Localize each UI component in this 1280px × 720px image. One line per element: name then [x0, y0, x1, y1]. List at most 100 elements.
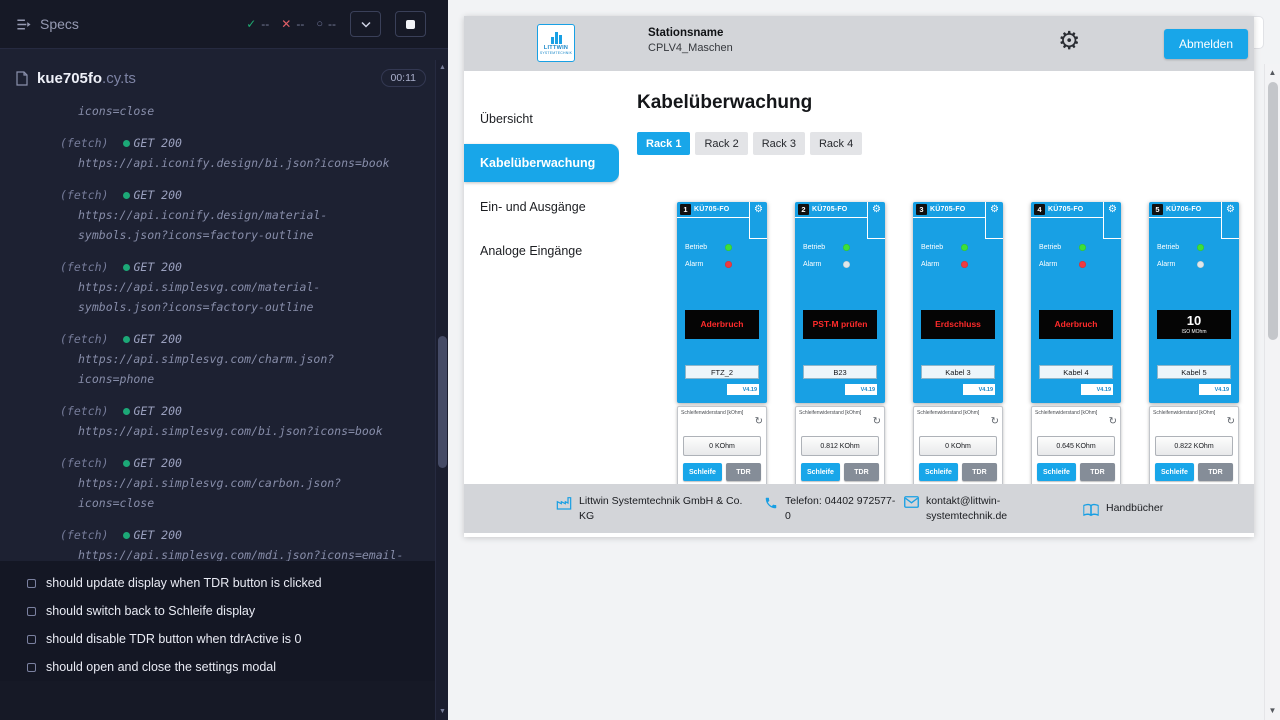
refresh-icon[interactable]: ↻ — [873, 417, 881, 427]
footer-email[interactable]: kontakt@littwin-systemtechnik.de — [904, 494, 1083, 522]
app-sidebar: Übersicht Kabelüberwachung Ein- und Ausg… — [464, 71, 619, 484]
tdr-button[interactable]: TDR — [844, 463, 879, 481]
scroll-down-icon[interactable]: ▼ — [1265, 704, 1280, 718]
betrieb-label: Betrieb — [685, 244, 713, 251]
failed-count: -- — [296, 17, 304, 31]
chevron-down-icon — [361, 21, 371, 28]
firmware-version: V4.19 — [963, 384, 995, 395]
iso-unit: ISO MOhm — [1181, 329, 1206, 335]
device-module: ⚙ 5 KÜ706-FO Betrieb Alarm 10 ISO MOhm — [1149, 202, 1239, 403]
test-state-icon — [27, 607, 36, 616]
scrollbar-thumb[interactable] — [1268, 82, 1278, 340]
betrieb-led-icon — [843, 244, 850, 251]
log-prefix: (fetch) — [60, 185, 108, 205]
test-item[interactable]: should switch back to Schleife display — [0, 597, 448, 625]
phone-icon — [764, 496, 778, 510]
tdr-button[interactable]: TDR — [962, 463, 997, 481]
sidebar-item-uebersicht[interactable]: Übersicht — [464, 97, 619, 141]
schleife-button[interactable]: Schleife — [1155, 463, 1194, 481]
gear-icon[interactable]: ⚙ — [990, 202, 999, 238]
failed-x-icon: ✕ — [281, 17, 291, 31]
schleife-button[interactable]: Schleife — [683, 463, 722, 481]
phone-number: Telefon: 04402 972577-0 — [785, 494, 897, 522]
alarm-led-icon — [1197, 261, 1204, 268]
footer-phone[interactable]: Telefon: 04402 972577-0 — [764, 494, 904, 522]
runner-controls: ✓ -- ✕ -- ○ -- — [246, 11, 426, 37]
tdr-button[interactable]: TDR — [726, 463, 761, 481]
network-log-entry[interactable]: (fetch)GET 200 https://api.iconify.desig… — [60, 185, 408, 245]
page-scrollbar[interactable]: ▲ ▼ — [1264, 64, 1280, 720]
specs-icon — [16, 17, 31, 32]
test-item[interactable]: should disable TDR button when tdrActive… — [0, 625, 448, 653]
sidebar-item-ein-und-ausgaenge[interactable]: Ein- und Ausgänge — [464, 185, 619, 229]
firmware-version: V4.19 — [727, 384, 759, 395]
specs-label: Specs — [40, 16, 79, 32]
measurement-label: Schleifenwiderstand [kOhm] — [1035, 410, 1097, 416]
network-log-entry[interactable]: (fetch)GET 200 https://api.simplesvg.com… — [60, 257, 408, 317]
refresh-icon[interactable]: ↻ — [1109, 417, 1117, 427]
schleife-button[interactable]: Schleife — [801, 463, 840, 481]
measurement-panel: Schleifenwiderstand [kOhm] ↻ 0.812 KOhm … — [795, 406, 885, 490]
tdr-button[interactable]: TDR — [1080, 463, 1115, 481]
gear-icon[interactable]: ⚙ — [1108, 202, 1117, 238]
stop-run-button[interactable] — [395, 11, 426, 37]
cable-name-field: B23 — [803, 365, 877, 379]
specs-menu-button[interactable]: Specs — [16, 16, 79, 32]
network-log-entry[interactable]: (fetch)GET 200 https://api.simplesvg.com… — [60, 453, 408, 513]
status-text: Erdschluss — [935, 320, 981, 329]
stop-icon — [406, 20, 415, 29]
pending-count: -- — [328, 17, 336, 31]
network-log-entry[interactable]: (fetch)GET 200 https://api.simplesvg.com… — [60, 329, 408, 389]
footer-manuals[interactable]: Handbücher — [1083, 501, 1163, 517]
passed-check-icon: ✓ — [246, 17, 256, 31]
log-status: GET 200 — [133, 185, 181, 205]
test-item[interactable]: should open and close the settings modal — [0, 653, 448, 681]
tdr-button[interactable]: TDR — [1198, 463, 1233, 481]
log-url-overflow[interactable]: icons=close — [60, 101, 408, 121]
schleife-button[interactable]: Schleife — [1037, 463, 1076, 481]
scrollbar-thumb[interactable] — [438, 336, 447, 468]
network-log-entry[interactable]: (fetch)GET 200 https://api.iconify.desig… — [60, 133, 408, 173]
spec-row[interactable]: kue705fo .cy.ts 00:11 — [0, 49, 448, 95]
status-display: 10 ISO MOhm — [1157, 310, 1231, 339]
measurement-value: 0.645 KOhm — [1037, 436, 1115, 456]
tab-rack-3[interactable]: Rack 3 — [753, 132, 805, 155]
tab-rack-1[interactable]: Rack 1 — [637, 132, 690, 155]
refresh-icon[interactable]: ↻ — [755, 417, 763, 427]
alarm-led-icon — [961, 261, 968, 268]
device-module: ⚙ 4 KÜ705-FO Betrieb Alarm Aderbruch Kab… — [1031, 202, 1121, 403]
status-dot-icon — [123, 532, 130, 539]
alarm-led-icon — [725, 261, 732, 268]
betrieb-row: Betrieb — [1039, 244, 1086, 251]
schleife-button[interactable]: Schleife — [919, 463, 958, 481]
test-item[interactable]: should update display when TDR button is… — [0, 569, 448, 597]
refresh-icon[interactable]: ↻ — [991, 417, 999, 427]
tab-rack-4[interactable]: Rack 4 — [810, 132, 862, 155]
network-log-entry[interactable]: (fetch)GET 200 https://api.simplesvg.com… — [60, 401, 408, 441]
gear-icon[interactable]: ⚙ — [754, 202, 763, 238]
device-card: ⚙ 5 KÜ706-FO Betrieb Alarm 10 ISO MOhm — [1149, 202, 1239, 490]
cable-name-field: Kabel 3 — [921, 365, 995, 379]
runner-scrollbar[interactable]: ▲ ▼ — [435, 60, 448, 720]
gear-icon[interactable]: ⚙ — [1226, 202, 1235, 238]
measurement-value: 0 KOhm — [683, 436, 761, 456]
screen: Specs ✓ -- ✕ -- ○ -- — [0, 0, 1280, 720]
scroll-up-icon[interactable]: ▲ — [1265, 66, 1280, 80]
sidebar-item-kabelueberwachung[interactable]: Kabelüberwachung — [464, 144, 619, 182]
log-status: GET 200 — [133, 453, 181, 473]
gear-icon[interactable]: ⚙ — [872, 202, 881, 238]
card-gear-area: ⚙ — [985, 202, 1003, 239]
firmware-version: V4.19 — [1199, 384, 1231, 395]
refresh-icon[interactable]: ↻ — [1227, 417, 1235, 427]
device-model: KÜ705-FO — [812, 206, 847, 213]
stat-pending: ○ -- — [316, 17, 336, 31]
status-text: Aderbruch — [701, 320, 744, 329]
slot-number: 5 — [1152, 204, 1163, 215]
collapse-dropdown-button[interactable] — [350, 11, 381, 37]
network-log-entry[interactable]: (fetch)GET 200 https://api.simplesvg.com… — [60, 525, 408, 561]
tab-rack-2[interactable]: Rack 2 — [695, 132, 747, 155]
log-url: https://api.simplesvg.com/mdi.json?icons… — [60, 545, 408, 561]
logout-button[interactable]: Abmelden — [1164, 29, 1248, 59]
sidebar-item-analoge-eingaenge[interactable]: Analoge Eingänge — [464, 229, 619, 273]
settings-gear-icon[interactable]: ⚙ — [1058, 24, 1080, 59]
